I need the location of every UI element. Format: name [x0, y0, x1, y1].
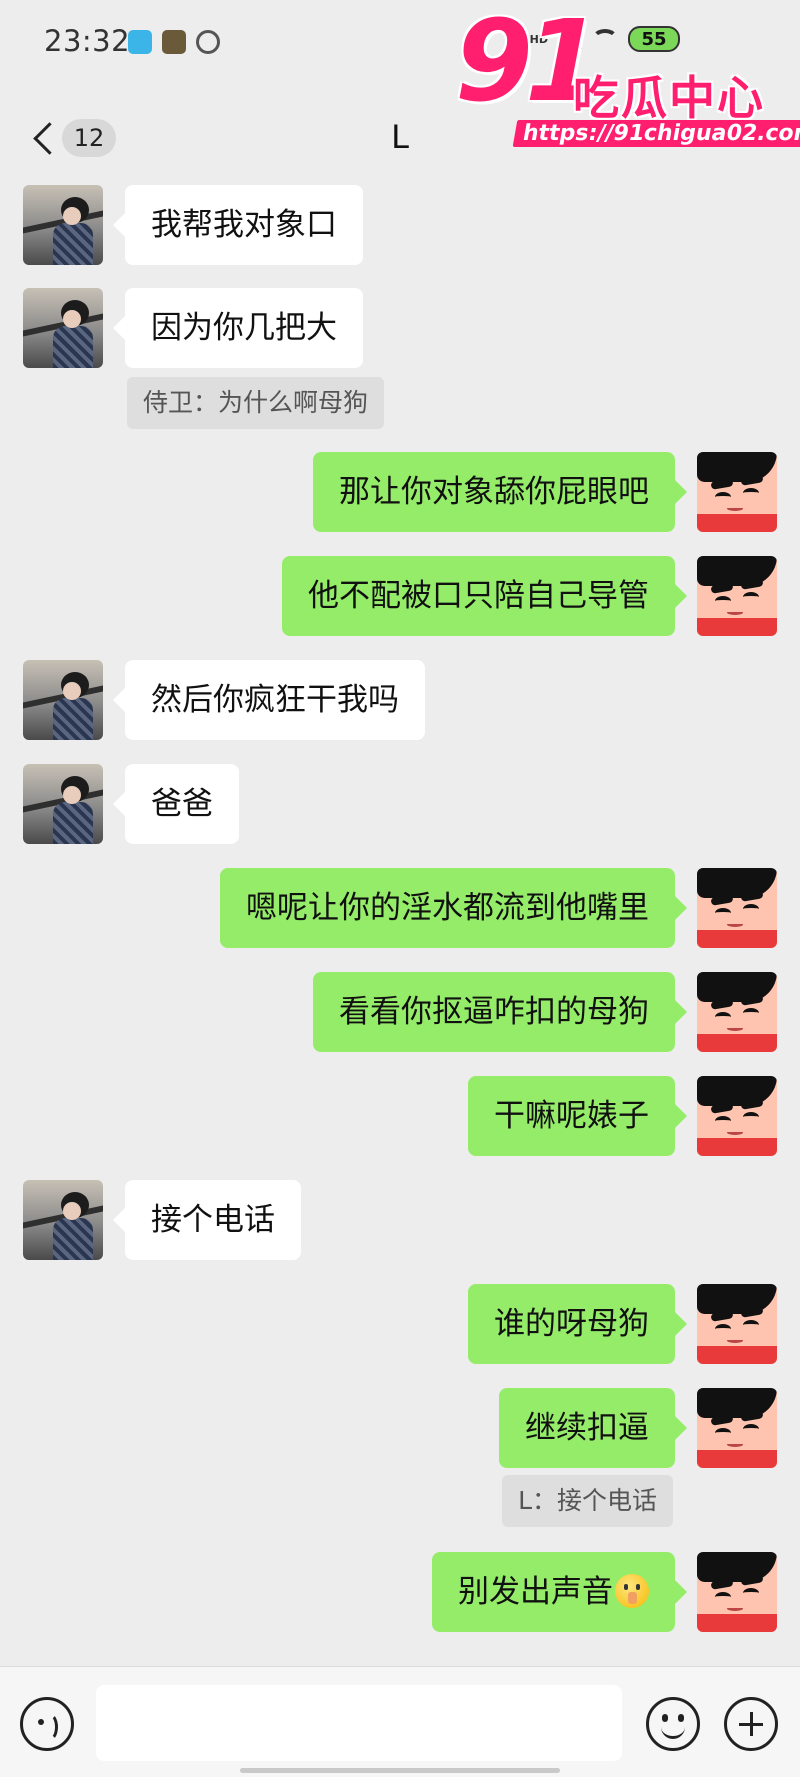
message-row: 嗯呢让你的淫水都流到他嘴里 — [0, 868, 800, 948]
message-row: 我帮我对象口 — [0, 185, 800, 265]
message-bubble[interactable]: 继续扣逼 — [499, 1388, 687, 1468]
message-bubble[interactable]: 我帮我对象口 — [113, 185, 363, 265]
contact-avatar[interactable] — [23, 1180, 103, 1260]
self-avatar[interactable] — [697, 1552, 777, 1632]
self-avatar[interactable] — [697, 1284, 777, 1364]
message-bubble[interactable]: 爸爸 — [113, 764, 239, 844]
quoted-reply[interactable]: L：接个电话 — [502, 1475, 673, 1527]
home-indicator[interactable] — [240, 1768, 560, 1773]
notification-app-icon — [162, 30, 186, 54]
contact-avatar[interactable] — [23, 660, 103, 740]
message-bubble[interactable]: 他不配被口只陪自己导管 — [282, 556, 687, 636]
message-row: 那让你对象舔你屁眼吧 — [0, 452, 800, 532]
message-row: 然后你疯狂干我吗 — [0, 660, 800, 740]
chat-title: L — [391, 118, 409, 156]
notification-app-icon — [128, 30, 152, 54]
message-bubble[interactable]: 接个电话 — [113, 1180, 301, 1260]
self-avatar[interactable] — [697, 1076, 777, 1156]
self-avatar[interactable] — [697, 452, 777, 532]
message-row: 干嘛呢婊子 — [0, 1076, 800, 1156]
message-bubble[interactable]: 嗯呢让你的淫水都流到他嘴里 — [220, 868, 687, 948]
message-text: 别发出声音 — [458, 1574, 613, 1610]
quoted-reply[interactable]: 侍卫：为什么啊母狗 — [127, 377, 385, 429]
message-row: 继续扣逼 — [0, 1388, 800, 1468]
message-row: 看看你抠逼咋扣的母狗 — [0, 972, 800, 1052]
message-bubble[interactable]: 别发出声音 — [432, 1552, 687, 1632]
message-row: 他不配被口只陪自己导管 — [0, 556, 800, 636]
self-avatar[interactable] — [697, 556, 777, 636]
message-bubble[interactable]: 看看你抠逼咋扣的母狗 — [313, 972, 687, 1052]
message-bubble[interactable]: 谁的呀母狗 — [468, 1284, 687, 1364]
message-bubble[interactable]: 然后你疯狂干我吗 — [113, 660, 425, 740]
contact-avatar[interactable] — [23, 185, 103, 265]
status-app-icons — [128, 30, 220, 54]
self-avatar[interactable] — [697, 1388, 777, 1468]
emoji-icon[interactable] — [646, 1697, 700, 1751]
notification-app-icon — [196, 30, 220, 54]
message-row: 谁的呀母狗 — [0, 1284, 800, 1364]
message-row: 接个电话 — [0, 1180, 800, 1260]
self-avatar[interactable] — [697, 868, 777, 948]
message-bubble[interactable]: 干嘛呢婊子 — [468, 1076, 687, 1156]
contact-avatar[interactable] — [23, 288, 103, 368]
self-avatar[interactable] — [697, 972, 777, 1052]
voice-icon[interactable] — [20, 1697, 74, 1751]
contact-avatar[interactable] — [23, 764, 103, 844]
message-bubble[interactable]: 因为你几把大 — [113, 288, 363, 368]
input-bar — [0, 1666, 800, 1777]
chat-header: 12 L — [0, 100, 800, 176]
shushing-face-icon — [615, 1573, 649, 1608]
status-time: 23:32 — [44, 24, 131, 58]
plus-icon[interactable] — [724, 1697, 778, 1751]
message-input[interactable] — [96, 1685, 622, 1761]
message-bubble[interactable]: 那让你对象舔你屁眼吧 — [313, 452, 687, 532]
message-row: 因为你几把大 — [0, 288, 800, 368]
message-row: 爸爸 — [0, 764, 800, 844]
message-row: 别发出声音 — [0, 1552, 800, 1632]
